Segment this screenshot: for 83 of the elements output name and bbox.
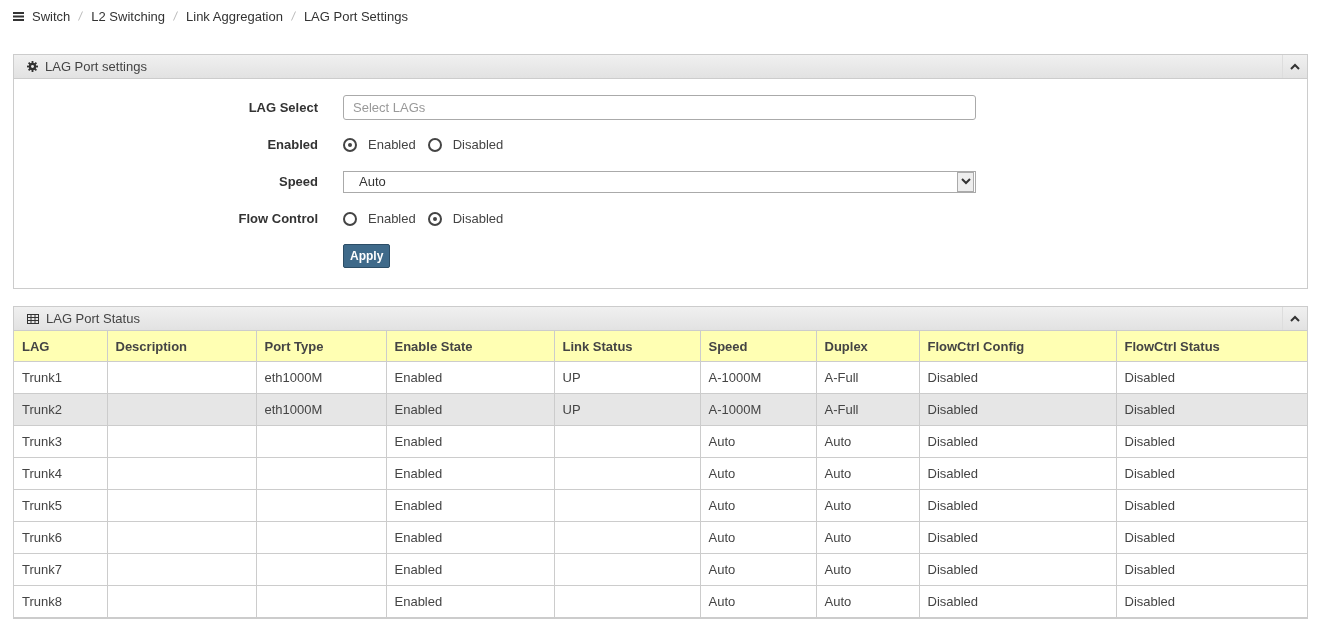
table-cell: Auto <box>700 457 816 490</box>
apply-button[interactable]: Apply <box>343 243 391 268</box>
breadcrumb-item: LAG Port Settings <box>303 8 408 24</box>
table-cell: Enabled <box>386 457 554 490</box>
table-cell: Enabled <box>386 553 554 586</box>
breadcrumb-item[interactable]: Link Aggregation <box>186 8 283 24</box>
table-cell: Enabled <box>386 585 554 618</box>
table-cell: Auto <box>816 489 919 522</box>
panel-title: LAG Port Status <box>46 311 141 326</box>
gear-icon <box>27 61 38 72</box>
table-cell: A-Full <box>816 393 919 426</box>
radio-button[interactable] <box>427 137 442 152</box>
table-cell: UP <box>554 361 700 394</box>
table-cell: Trunk8 <box>14 585 107 618</box>
table-cell: Enabled <box>386 489 554 522</box>
column-header: Enable State <box>386 331 554 362</box>
table-cell: Auto <box>700 425 816 458</box>
breadcrumb-item[interactable]: Switch <box>32 8 71 24</box>
field-label: Speed <box>278 174 318 189</box>
table-cell: Disabled <box>919 393 1116 426</box>
chevron-up-icon <box>1290 315 1300 322</box>
table-cell: Auto <box>816 585 919 618</box>
lag-select-field[interactable]: Select LAGs <box>343 95 976 120</box>
table-cell: A-1000M <box>700 393 816 426</box>
table-cell: Auto <box>700 585 816 618</box>
table-cell: Auto <box>700 489 816 522</box>
field-label: Flow Control <box>237 211 318 226</box>
table-cell: eth1000M <box>256 361 386 394</box>
field-label: Enabled <box>266 137 318 152</box>
table-cell: Auto <box>700 553 816 586</box>
field-label: LAG Select <box>247 100 318 115</box>
column-header: LAG <box>14 331 107 362</box>
table-cell: Auto <box>816 553 919 586</box>
table-cell: Auto <box>700 521 816 554</box>
chevron-up-icon <box>1290 63 1300 70</box>
table-cell: Disabled <box>919 457 1116 490</box>
table-cell: A-1000M <box>700 361 816 394</box>
table-cell: Auto <box>816 521 919 554</box>
table-cell: Disabled <box>919 425 1116 458</box>
radio-label: Enabled <box>368 211 416 226</box>
table-cell: Disabled <box>919 521 1116 554</box>
radio-button[interactable] <box>343 211 357 226</box>
table-cell: Enabled <box>386 393 554 426</box>
column-header: Speed <box>700 331 816 362</box>
table-cell: Disabled <box>919 585 1116 618</box>
table-cell: Disabled <box>919 553 1116 586</box>
panel-title: LAG Port settings <box>45 59 148 74</box>
radio-label: Disabled <box>452 211 504 226</box>
radio-label: Enabled <box>368 137 416 152</box>
breadcrumb-separator <box>173 11 178 21</box>
table-cell: Trunk3 <box>14 425 107 458</box>
radio-label: Disabled <box>452 137 504 152</box>
breadcrumb-item[interactable]: L2 Switching <box>91 8 165 24</box>
table-cell: Enabled <box>386 361 554 394</box>
table-cell: Auto <box>816 457 919 490</box>
table-cell: Trunk7 <box>14 553 107 586</box>
table-cell: Disabled <box>919 489 1116 522</box>
table-icon <box>27 313 39 324</box>
column-header: Port Type <box>256 331 386 362</box>
table-cell: eth1000M <box>256 393 386 426</box>
column-header: FlowCtrl Status <box>1116 331 1307 362</box>
column-header: Description <box>107 331 256 362</box>
chevron-down-icon <box>960 178 971 185</box>
table-cell: Trunk2 <box>14 393 107 426</box>
table-cell: Auto <box>816 425 919 458</box>
table-cell: Trunk4 <box>14 457 107 490</box>
breadcrumb-separator <box>78 11 84 21</box>
table-cell: Disabled <box>919 361 1116 394</box>
speed-dropdown[interactable]: Auto <box>343 170 976 193</box>
column-header: FlowCtrl Config <box>919 331 1116 362</box>
table-cell: Enabled <box>386 425 554 458</box>
table-cell: Trunk5 <box>14 489 107 522</box>
table-cell: Trunk1 <box>14 361 107 394</box>
column-header: Duplex <box>816 331 919 362</box>
radio-button[interactable] <box>427 211 442 226</box>
column-header: Link Status <box>554 331 700 362</box>
table-cell: Enabled <box>386 521 554 554</box>
radio-button[interactable] <box>343 137 357 152</box>
menu-icon[interactable] <box>13 11 24 21</box>
breadcrumb-separator <box>290 11 296 21</box>
table-cell: A-Full <box>816 361 919 394</box>
table-cell: UP <box>554 393 700 426</box>
table-cell: Trunk6 <box>14 521 107 554</box>
